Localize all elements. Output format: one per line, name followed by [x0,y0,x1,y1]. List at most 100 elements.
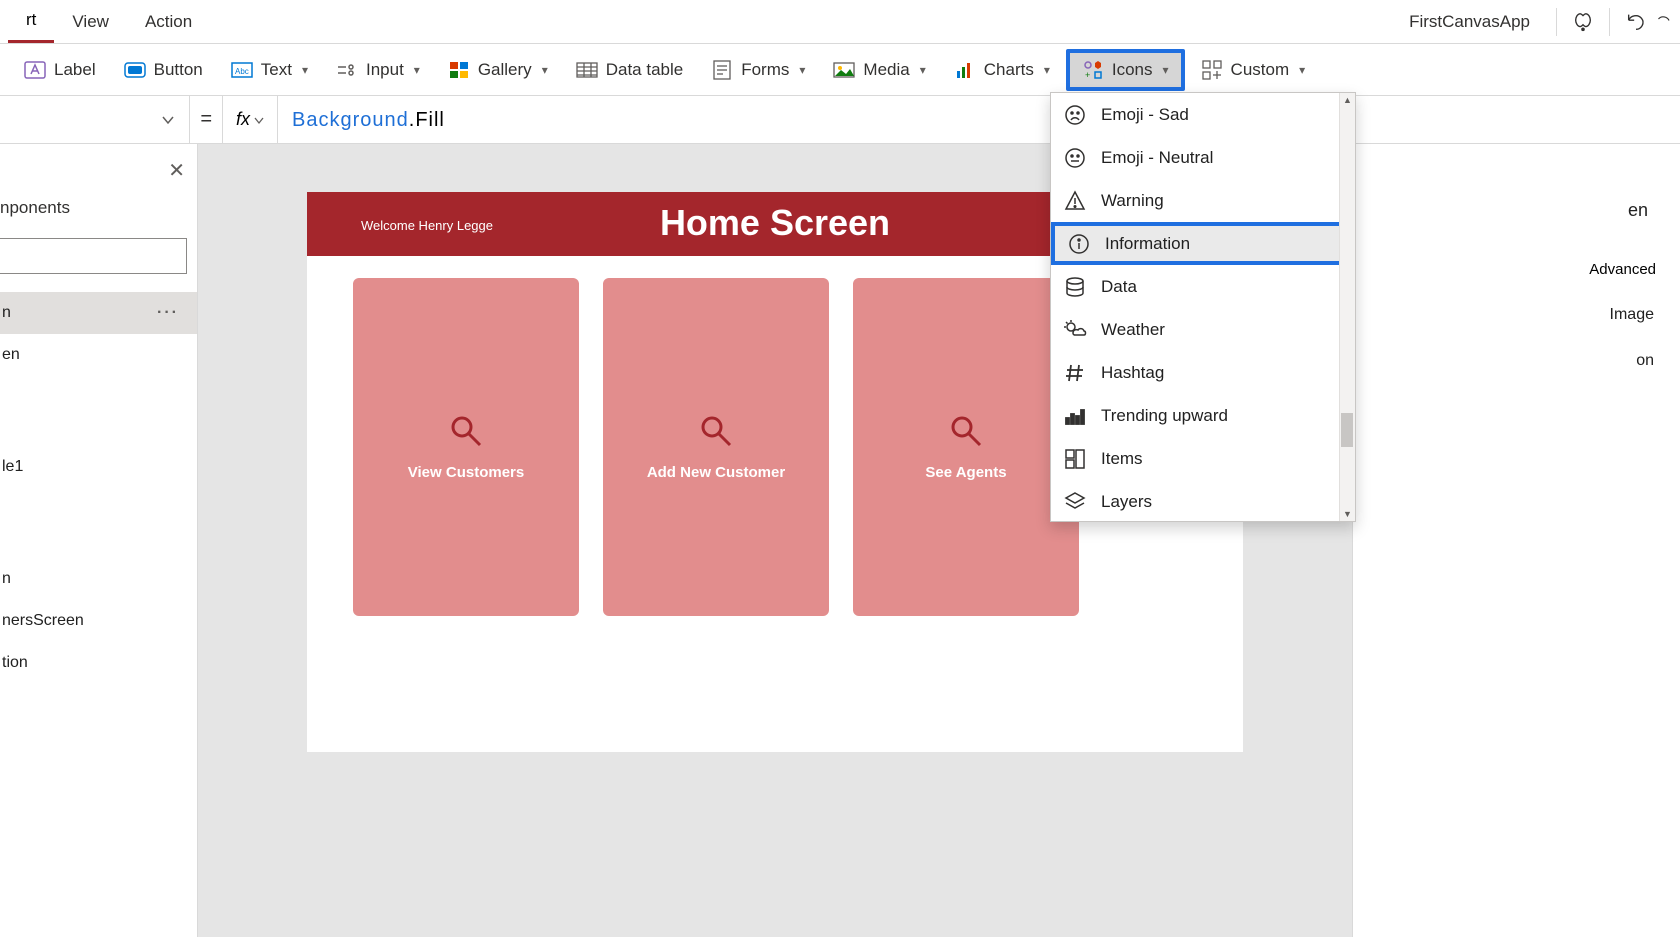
chevron-down-icon: ▾ [1163,63,1169,77]
tile-label: View Customers [408,464,524,481]
tile-add-customer[interactable]: Add New Customer [603,278,829,616]
icon-item-emoji-neutral[interactable]: Emoji - Neutral [1051,136,1355,179]
properties-heading: en [1371,200,1662,221]
advanced-tab[interactable]: Advanced [1371,261,1662,278]
formula-bar: = fx Background.Fill [0,96,1680,144]
button-icon [124,59,146,81]
tree-item[interactable]: en [0,334,197,376]
datatable-button[interactable]: Data table [564,49,696,91]
divider [1609,8,1610,36]
tree-item[interactable]: n [0,558,197,600]
tree-item[interactable]: nersScreen [0,600,197,642]
label-icon [24,59,46,81]
insert-ribbon: Label Button Abc Text ▾ Input ▾ Gallery … [0,44,1680,96]
property-row[interactable]: Image [1371,306,1662,324]
input-icon [336,59,358,81]
icons-button-text: Icons [1112,60,1153,80]
icon-item-label: Layers [1101,492,1152,512]
chevron-down-icon: ▾ [414,63,420,77]
formula-input[interactable]: Background.Fill [278,107,1680,132]
button-button[interactable]: Button [112,49,215,91]
components-tab[interactable]: nponents [0,198,197,230]
search-icon [699,414,733,448]
tree-item-label: n [2,304,11,322]
icon-item-layers[interactable]: Layers [1051,480,1355,521]
tree-item[interactable]: tion [0,642,197,684]
icon-item-weather[interactable]: Weather [1051,308,1355,351]
media-button-text: Media [863,60,909,80]
properties-pane: en Advanced Image on [1352,144,1680,937]
icon-item-emoji-sad[interactable]: Emoji - Sad [1051,93,1355,136]
more-icon[interactable]: ··· [157,304,179,322]
icon-item-items[interactable]: Items [1051,437,1355,480]
icon-item-data[interactable]: Data [1051,265,1355,308]
layers-icon [1063,490,1087,514]
icon-item-hashtag[interactable]: Hashtag [1051,351,1355,394]
scroll-down-icon[interactable]: ▼ [1340,507,1355,521]
charts-button[interactable]: Charts ▾ [942,49,1062,91]
label-button[interactable]: Label [12,49,108,91]
label-button-text: Label [54,60,96,80]
input-button-text: Input [366,60,404,80]
gallery-button[interactable]: Gallery ▾ [436,49,560,91]
icon-item-label: Items [1101,449,1143,469]
data-icon [1063,275,1087,299]
icon-item-label: Information [1105,234,1190,254]
menu-tab-view[interactable]: View [54,0,127,43]
chevron-down-icon: ▾ [302,63,308,77]
forms-button-text: Forms [741,60,789,80]
fx-button[interactable]: fx [222,96,278,143]
scrollbar[interactable]: ▲ ▼ [1339,93,1355,521]
scroll-thumb[interactable] [1341,413,1353,447]
gallery-icon [448,59,470,81]
weather-icon [1063,318,1087,342]
tile-view-customers[interactable]: View Customers [353,278,579,616]
tree-item-label: tion [2,654,28,672]
button-button-text: Button [154,60,203,80]
tree-item-label: n [2,570,11,588]
icon-item-warning[interactable]: Warning [1051,179,1355,222]
icons-icon: + [1082,59,1104,81]
forms-icon [711,59,733,81]
search-icon [949,414,983,448]
custom-icon [1201,59,1223,81]
property-row[interactable]: on [1371,352,1662,370]
charts-button-text: Charts [984,60,1034,80]
icon-item-label: Emoji - Sad [1101,105,1189,125]
tree-item-label: le1 [2,458,23,476]
tree-item[interactable]: le1 [0,446,197,488]
svg-text:+: + [1085,70,1090,80]
input-button[interactable]: Input ▾ [324,49,432,91]
warning-icon [1063,189,1087,213]
datatable-button-text: Data table [606,60,684,80]
custom-button[interactable]: Custom ▾ [1189,49,1318,91]
undo-icon[interactable] [1618,4,1654,40]
chevron-down-icon: ▾ [542,63,548,77]
menu-tab-insert[interactable]: rt [8,0,54,43]
trending-icon [1063,404,1087,428]
media-icon [833,59,855,81]
menu-tab-action[interactable]: Action [127,0,210,43]
tile-see-agents[interactable]: See Agents [853,278,1079,616]
icons-dropdown: Emoji - Sad Emoji - Neutral Warning Info… [1050,92,1356,522]
icons-button[interactable]: + Icons ▾ [1066,49,1185,91]
items-icon [1063,447,1087,471]
search-input[interactable] [0,238,187,274]
icon-item-trending[interactable]: Trending upward [1051,394,1355,437]
forms-button[interactable]: Forms ▾ [699,49,817,91]
tile-label: Add New Customer [647,464,785,481]
scroll-up-icon[interactable]: ▲ [1340,93,1355,107]
text-button[interactable]: Abc Text ▾ [219,49,320,91]
hashtag-icon [1063,361,1087,385]
app-checker-icon[interactable] [1565,4,1601,40]
property-dropdown[interactable] [0,96,190,143]
icon-item-label: Data [1101,277,1137,297]
redo-icon[interactable] [1654,4,1672,40]
chevron-down-icon: ▾ [799,63,805,77]
icon-item-label: Weather [1101,320,1165,340]
chevron-down-icon: ▾ [1044,63,1050,77]
icon-item-information[interactable]: Information [1051,222,1355,265]
tree-item-selected[interactable]: n ··· [0,292,197,334]
media-button[interactable]: Media ▾ [821,49,937,91]
close-icon[interactable]: ✕ [168,158,185,183]
